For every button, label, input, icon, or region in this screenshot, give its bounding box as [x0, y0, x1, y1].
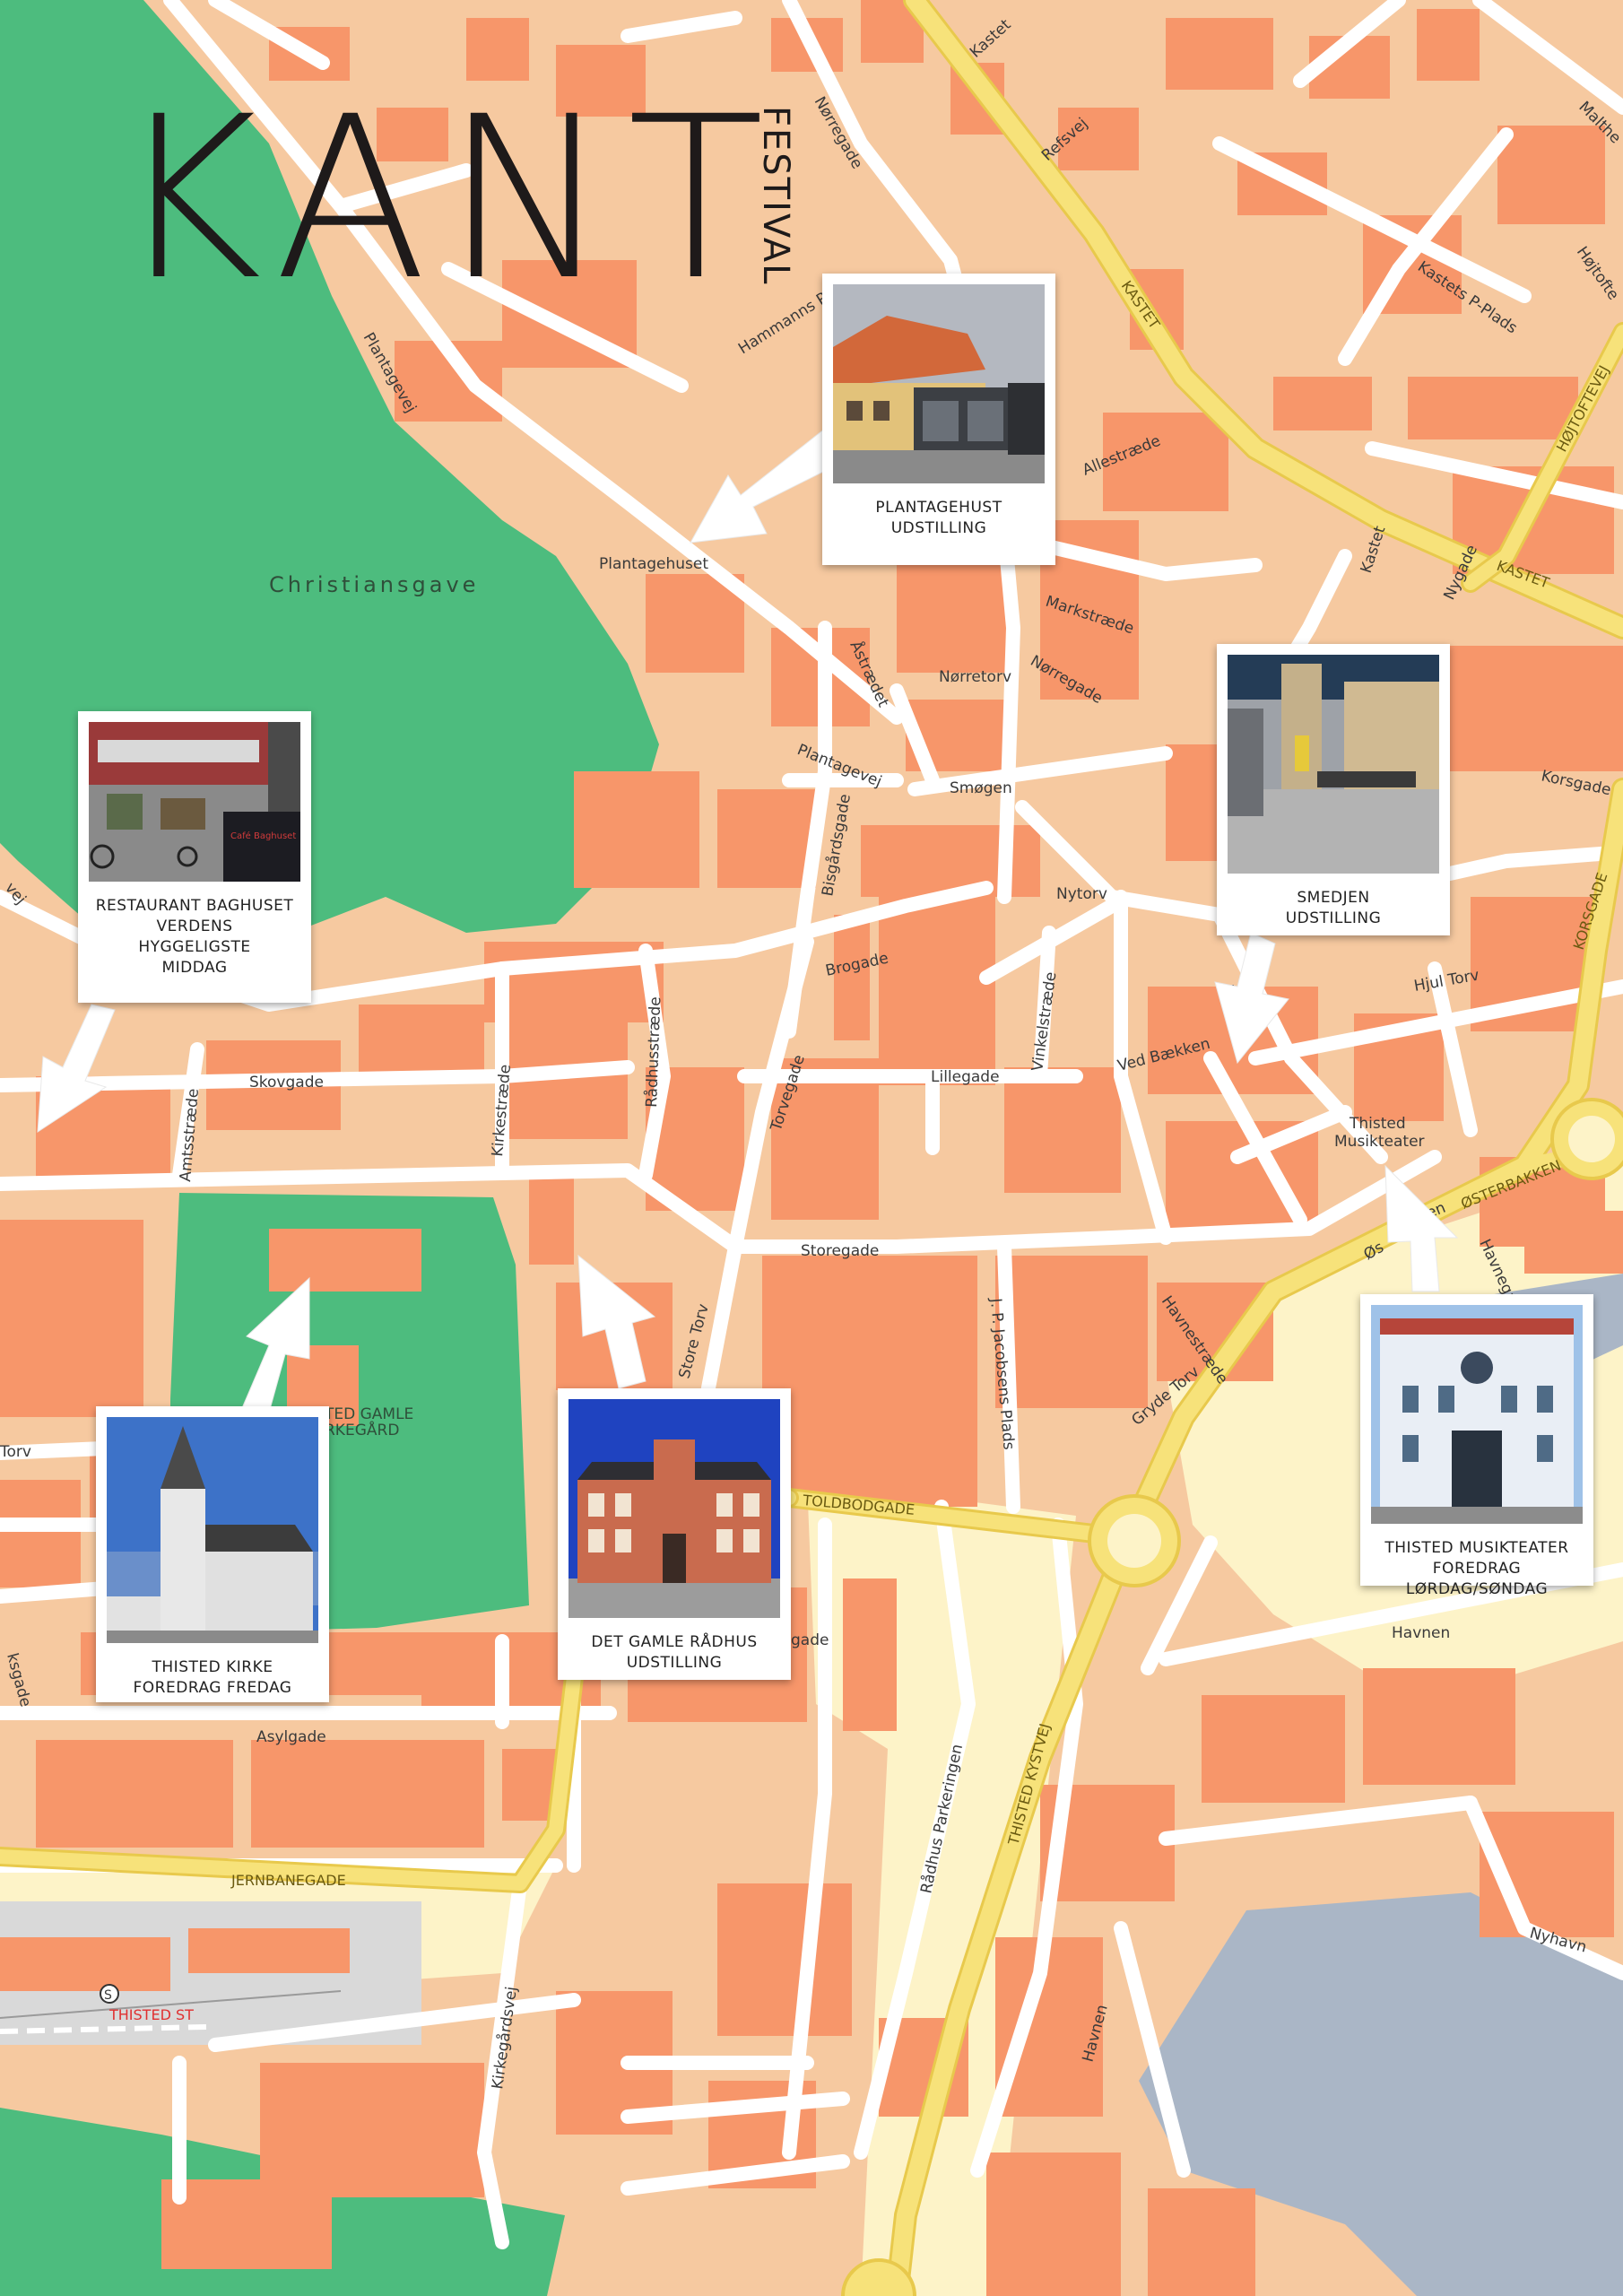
label-thisted-musik-2: Musikteater [1334, 1133, 1425, 1151]
caption-line: DET GAMLE RÅDHUS [591, 1633, 758, 1651]
venue-caption-plantagehust: PLANTAGEHUST UDSTILLING [833, 498, 1045, 539]
label-plantagehuset: Plantagehuset [599, 555, 708, 573]
caption-line: RESTAURANT BAGHUSET [95, 897, 294, 915]
caption-line: PLANTAGEHUST [875, 499, 1002, 517]
label-havnen: Havnen [1392, 1624, 1450, 1642]
venue-caption-baghuset: RESTAURANT BAGHUSET VERDENS HYGGELIGSTE MID… [89, 896, 300, 978]
label-nytorv: Nytorv [1056, 885, 1107, 903]
city-map[interactable]: Kastet Refsvej Nørregade Hammanns Pl. Pl… [0, 0, 1623, 2296]
venue-card-kirke[interactable]: THISTED KIRKE FOREDRAG FREDAG [96, 1406, 329, 1702]
logo-main-text: KANT [115, 68, 781, 329]
logo-sub-text: FESTIVAL [755, 106, 796, 286]
caption-line: THISTED KIRKE [152, 1658, 273, 1676]
label-storegade: Storegade [801, 1242, 879, 1260]
caption-line: SMEDJEN [1297, 889, 1370, 907]
cafe-sign-text: Café Baghuset [230, 831, 296, 841]
caption-line: HYGGELIGSTE [138, 938, 251, 956]
venue-card-musikteater[interactable]: THISTED MUSIKTEATER FOREDRAG LØRDAG/SØNDA… [1360, 1294, 1593, 1598]
caption-line: THISTED MUSIKTEATER [1384, 1539, 1569, 1557]
label-asylgade: Asylgade [256, 1728, 326, 1746]
label-norretorv: Nørretorv [939, 668, 1011, 686]
caption-line: MIDDAG [161, 959, 228, 977]
venue-card-plantagehust[interactable]: PLANTAGEHUST UDSTILLING [822, 274, 1055, 565]
venue-card-smedjen[interactable]: SMEDJEN UDSTILLING [1217, 644, 1450, 935]
caption-line: VERDENS [156, 918, 233, 935]
label-smogen: Smøgen [950, 779, 1012, 797]
venue-photo-kirke [107, 1417, 318, 1643]
venue-caption-kirke: THISTED KIRKE FOREDRAG FREDAG [107, 1657, 318, 1699]
roundabout-east-inner [1568, 1116, 1615, 1162]
venue-photo-musikteater [1371, 1305, 1583, 1524]
label-gade: gade [791, 1631, 829, 1649]
label-thisted-musik-1: Thisted [1349, 1115, 1406, 1133]
roundabout-south-inner [1107, 1514, 1161, 1568]
venue-photo-baghuset: Café Baghuset [89, 722, 300, 882]
label-raadhusstraede: Rådhusstræde [642, 996, 664, 1108]
label-torv: Torv [0, 1443, 31, 1461]
label-cemetery-1: TED GAMLE [324, 1405, 413, 1423]
label-thisted-st: THISTED ST [108, 2006, 194, 2023]
caption-line: UDSTILLING [890, 519, 987, 537]
venue-caption-musikteater: THISTED MUSIKTEATER FOREDRAG LØRDAG/SØNDA… [1371, 1538, 1583, 1600]
station-symbol: S [104, 1988, 112, 2003]
label-christiansgave: Christiansgave [269, 572, 479, 597]
label-skovgade: Skovgade [249, 1074, 324, 1091]
venue-caption-raadhus: DET GAMLE RÅDHUS UDSTILLING [568, 1632, 780, 1674]
venue-card-raadhus[interactable]: DET GAMLE RÅDHUS UDSTILLING [558, 1388, 791, 1680]
venue-photo-plantagehust [833, 284, 1045, 483]
caption-line: UDSTILLING [1285, 909, 1382, 927]
label-jernbanegade: JERNBANEGADE [230, 1872, 346, 1889]
venue-card-baghuset[interactable]: Café Baghuset RESTAURANT BAGHUSET VERDENS… [78, 711, 311, 1003]
label-lillegade: Lillegade [931, 1068, 1000, 1086]
venue-photo-smedjen [1228, 655, 1439, 874]
venue-photo-raadhus [568, 1399, 780, 1618]
caption-line: FOREDRAG FREDAG [133, 1679, 292, 1697]
kant-festival-logo: KANT [115, 68, 796, 329]
venue-caption-smedjen: SMEDJEN UDSTILLING [1228, 888, 1439, 929]
caption-line: UDSTILLING [626, 1654, 723, 1672]
label-cemetery-2: RKEGÅRD [325, 1420, 399, 1439]
caption-line: FOREDRAG LØRDAG/SØNDAG [1405, 1560, 1549, 1598]
